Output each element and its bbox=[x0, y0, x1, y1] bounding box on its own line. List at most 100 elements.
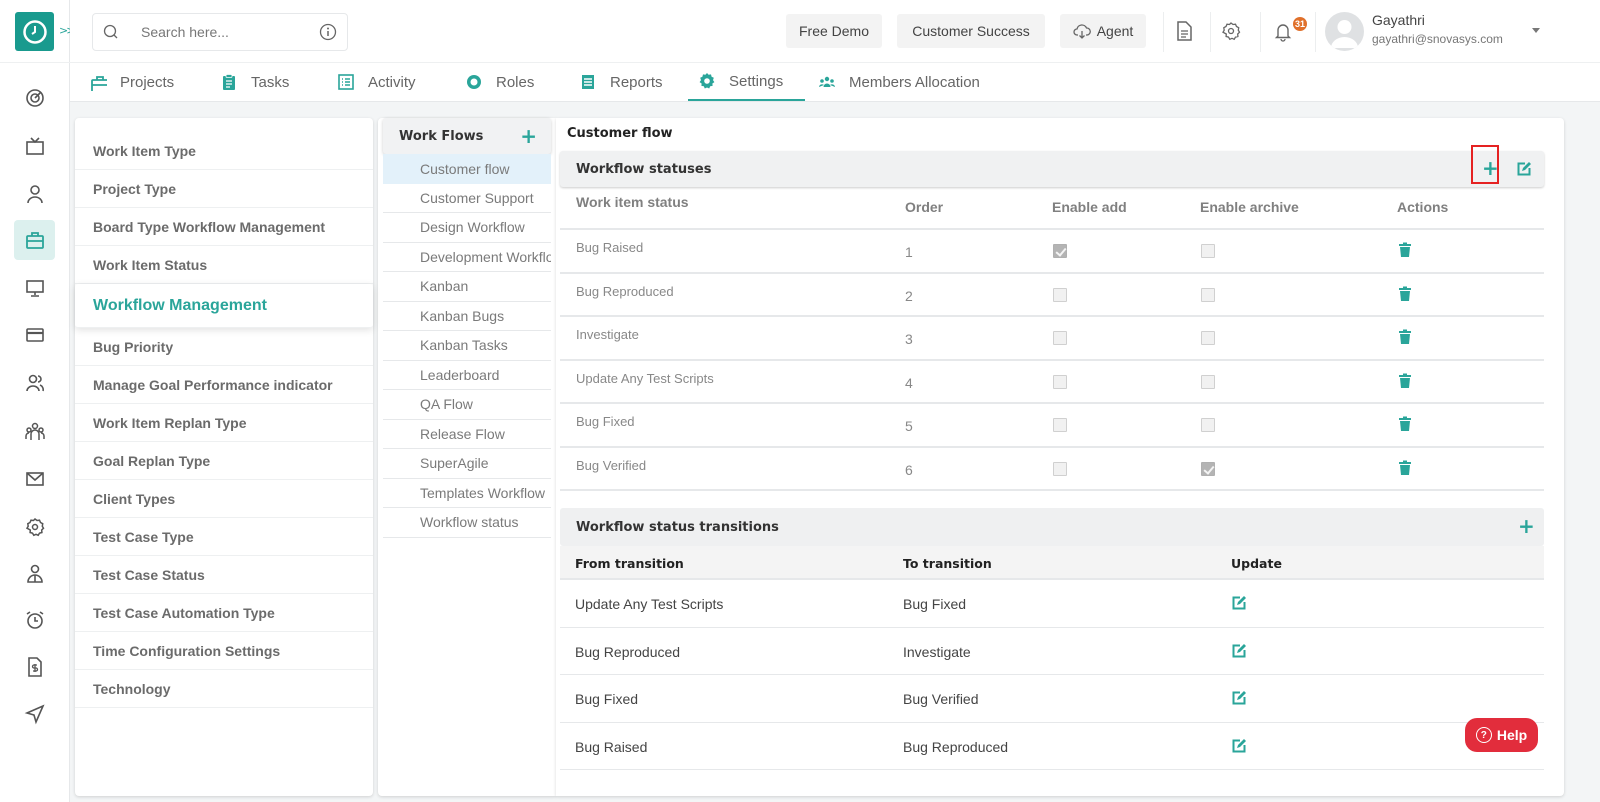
column-header: From transition bbox=[575, 556, 684, 571]
workflow-item[interactable]: QA Flow bbox=[383, 390, 551, 420]
enable-archive-checkbox[interactable] bbox=[1201, 374, 1215, 389]
settings-gear-icon[interactable] bbox=[1220, 20, 1242, 42]
workflow-item[interactable]: Customer flow bbox=[383, 154, 551, 184]
tab-settings[interactable]: Settings bbox=[688, 63, 806, 101]
enable-archive-checkbox[interactable] bbox=[1201, 461, 1215, 476]
search-box[interactable] bbox=[92, 13, 348, 51]
rail-item-monitor[interactable] bbox=[14, 268, 55, 308]
settings-item-bug-priority[interactable]: Bug Priority bbox=[75, 328, 373, 366]
rail-item-settings[interactable] bbox=[14, 507, 55, 547]
settings-item-work-item-status[interactable]: Work Item Status bbox=[75, 246, 373, 284]
settings-item-work-item-type[interactable]: Work Item Type bbox=[75, 132, 373, 170]
document-icon[interactable] bbox=[1173, 20, 1195, 42]
settings-item-manage-goal-performance-indicator[interactable]: Manage Goal Performance indicator bbox=[75, 366, 373, 404]
avatar[interactable] bbox=[1325, 12, 1364, 51]
user-menu-caret-icon[interactable] bbox=[1532, 28, 1540, 33]
rail-item-team[interactable] bbox=[14, 412, 55, 452]
add-transition-button[interactable]: + bbox=[1518, 516, 1535, 536]
workflow-item[interactable]: Release Flow bbox=[383, 420, 551, 449]
rail-item-user[interactable] bbox=[14, 174, 55, 214]
settings-item-test-case-type[interactable]: Test Case Type bbox=[75, 518, 373, 556]
workflow-item[interactable]: Workflow status bbox=[383, 508, 551, 538]
status-name: Bug Fixed bbox=[576, 414, 635, 429]
transitions-header: Workflow status transitions + bbox=[560, 508, 1544, 546]
edit-transition-icon[interactable] bbox=[1231, 690, 1247, 709]
tab-tasks[interactable]: Tasks bbox=[220, 63, 289, 101]
settings-item-board-type-workflow-management[interactable]: Board Type Workflow Management bbox=[75, 208, 373, 246]
enable-add-checkbox[interactable] bbox=[1053, 461, 1067, 476]
info-icon[interactable] bbox=[319, 23, 337, 41]
delete-icon[interactable] bbox=[1398, 460, 1412, 476]
tab-roles[interactable]: Roles bbox=[465, 63, 534, 101]
customer-success-button[interactable]: Customer Success bbox=[897, 14, 1045, 48]
help-button[interactable]: ? Help bbox=[1465, 718, 1538, 752]
edit-statuses-icon[interactable] bbox=[1516, 161, 1532, 177]
agent-button[interactable]: Agent bbox=[1060, 14, 1146, 48]
tab-activity[interactable]: Activity bbox=[337, 63, 416, 101]
free-demo-button[interactable]: Free Demo bbox=[786, 14, 882, 48]
settings-item-test-case-status[interactable]: Test Case Status bbox=[75, 556, 373, 594]
enable-archive-checkbox[interactable] bbox=[1201, 244, 1215, 258]
delete-icon[interactable] bbox=[1398, 416, 1412, 432]
enable-add-checkbox[interactable] bbox=[1053, 287, 1067, 302]
column-header: Order bbox=[905, 199, 944, 215]
user-placeholder-icon bbox=[1331, 20, 1358, 48]
delete-icon[interactable] bbox=[1398, 373, 1412, 389]
edit-transition-icon[interactable] bbox=[1231, 738, 1247, 757]
edit-transition-icon[interactable] bbox=[1231, 595, 1247, 614]
settings-item-test-case-automation-type[interactable]: Test Case Automation Type bbox=[75, 594, 373, 632]
add-workflow-button[interactable]: + bbox=[520, 126, 537, 146]
column-header: Work item status bbox=[576, 194, 689, 210]
tab-reports[interactable]: Reports bbox=[579, 63, 663, 101]
edit-transition-icon[interactable] bbox=[1231, 643, 1247, 662]
rail-item-briefcase[interactable] bbox=[14, 220, 55, 260]
rail-item-mail[interactable] bbox=[14, 459, 55, 499]
rail-item-tv[interactable] bbox=[14, 126, 55, 166]
tab-members-allocation[interactable]: Members Allocation bbox=[818, 63, 980, 101]
enable-archive-checkbox[interactable] bbox=[1201, 331, 1215, 345]
search-input[interactable] bbox=[141, 24, 311, 40]
settings-item-time-configuration-settings[interactable]: Time Configuration Settings bbox=[75, 632, 373, 670]
rail-item-users[interactable] bbox=[14, 363, 55, 403]
rail-item-invoice[interactable] bbox=[14, 647, 55, 687]
settings-item-client-types[interactable]: Client Types bbox=[75, 480, 373, 518]
rail-item-person[interactable] bbox=[14, 554, 55, 594]
rail-item-dashboard[interactable] bbox=[14, 78, 55, 118]
enable-add-checkbox[interactable] bbox=[1053, 418, 1067, 432]
tab-projects[interactable]: Projects bbox=[89, 63, 174, 101]
settings-item-project-type[interactable]: Project Type bbox=[75, 170, 373, 208]
workflow-detail: Customer flow Workflow statuses + Work i… bbox=[556, 118, 1564, 796]
enable-add-checkbox[interactable] bbox=[1053, 374, 1067, 389]
table-header: From transition To transition Update bbox=[560, 546, 1544, 580]
delete-icon[interactable] bbox=[1398, 242, 1412, 258]
workflow-item[interactable]: Kanban Tasks bbox=[383, 331, 551, 361]
rail-item-send[interactable] bbox=[14, 694, 55, 734]
delete-icon[interactable] bbox=[1398, 286, 1412, 302]
enable-archive-checkbox[interactable] bbox=[1201, 287, 1215, 302]
workflow-item[interactable]: Kanban Bugs bbox=[383, 302, 551, 331]
bell-icon[interactable] bbox=[1272, 20, 1294, 42]
workflow-item[interactable]: SuperAgile bbox=[383, 449, 551, 479]
settings-item-workflow-management[interactable]: Workflow Management bbox=[75, 284, 373, 328]
workflow-item[interactable]: Customer Support bbox=[383, 184, 551, 213]
transitions-title: Workflow status transitions bbox=[576, 519, 779, 535]
status-name: Bug Raised bbox=[576, 240, 644, 255]
workflow-item[interactable]: Kanban bbox=[383, 272, 551, 302]
settings-item-technology[interactable]: Technology bbox=[75, 670, 373, 708]
enable-archive-checkbox[interactable] bbox=[1201, 418, 1215, 432]
workflow-item[interactable]: Leaderboard bbox=[383, 361, 551, 390]
status-order: 2 bbox=[905, 287, 913, 304]
workflow-item[interactable]: Development Workflow bbox=[383, 243, 551, 272]
settings-item-goal-replan-type[interactable]: Goal Replan Type bbox=[75, 442, 373, 480]
workflow-item[interactable]: Templates Workflow bbox=[383, 479, 551, 508]
settings-item-work-item-replan-type[interactable]: Work Item Replan Type bbox=[75, 404, 373, 442]
workflow-item[interactable]: Design Workflow bbox=[383, 213, 551, 243]
enable-add-checkbox[interactable] bbox=[1053, 331, 1067, 345]
rail-item-alarm[interactable] bbox=[14, 600, 55, 640]
delete-icon[interactable] bbox=[1398, 329, 1412, 345]
rail-item-card[interactable] bbox=[14, 315, 55, 355]
enable-add-checkbox[interactable] bbox=[1053, 244, 1067, 258]
app-logo[interactable] bbox=[15, 12, 54, 51]
status-name: Bug Verified bbox=[576, 457, 647, 473]
table-row: Bug Raised 1 bbox=[560, 230, 1544, 274]
